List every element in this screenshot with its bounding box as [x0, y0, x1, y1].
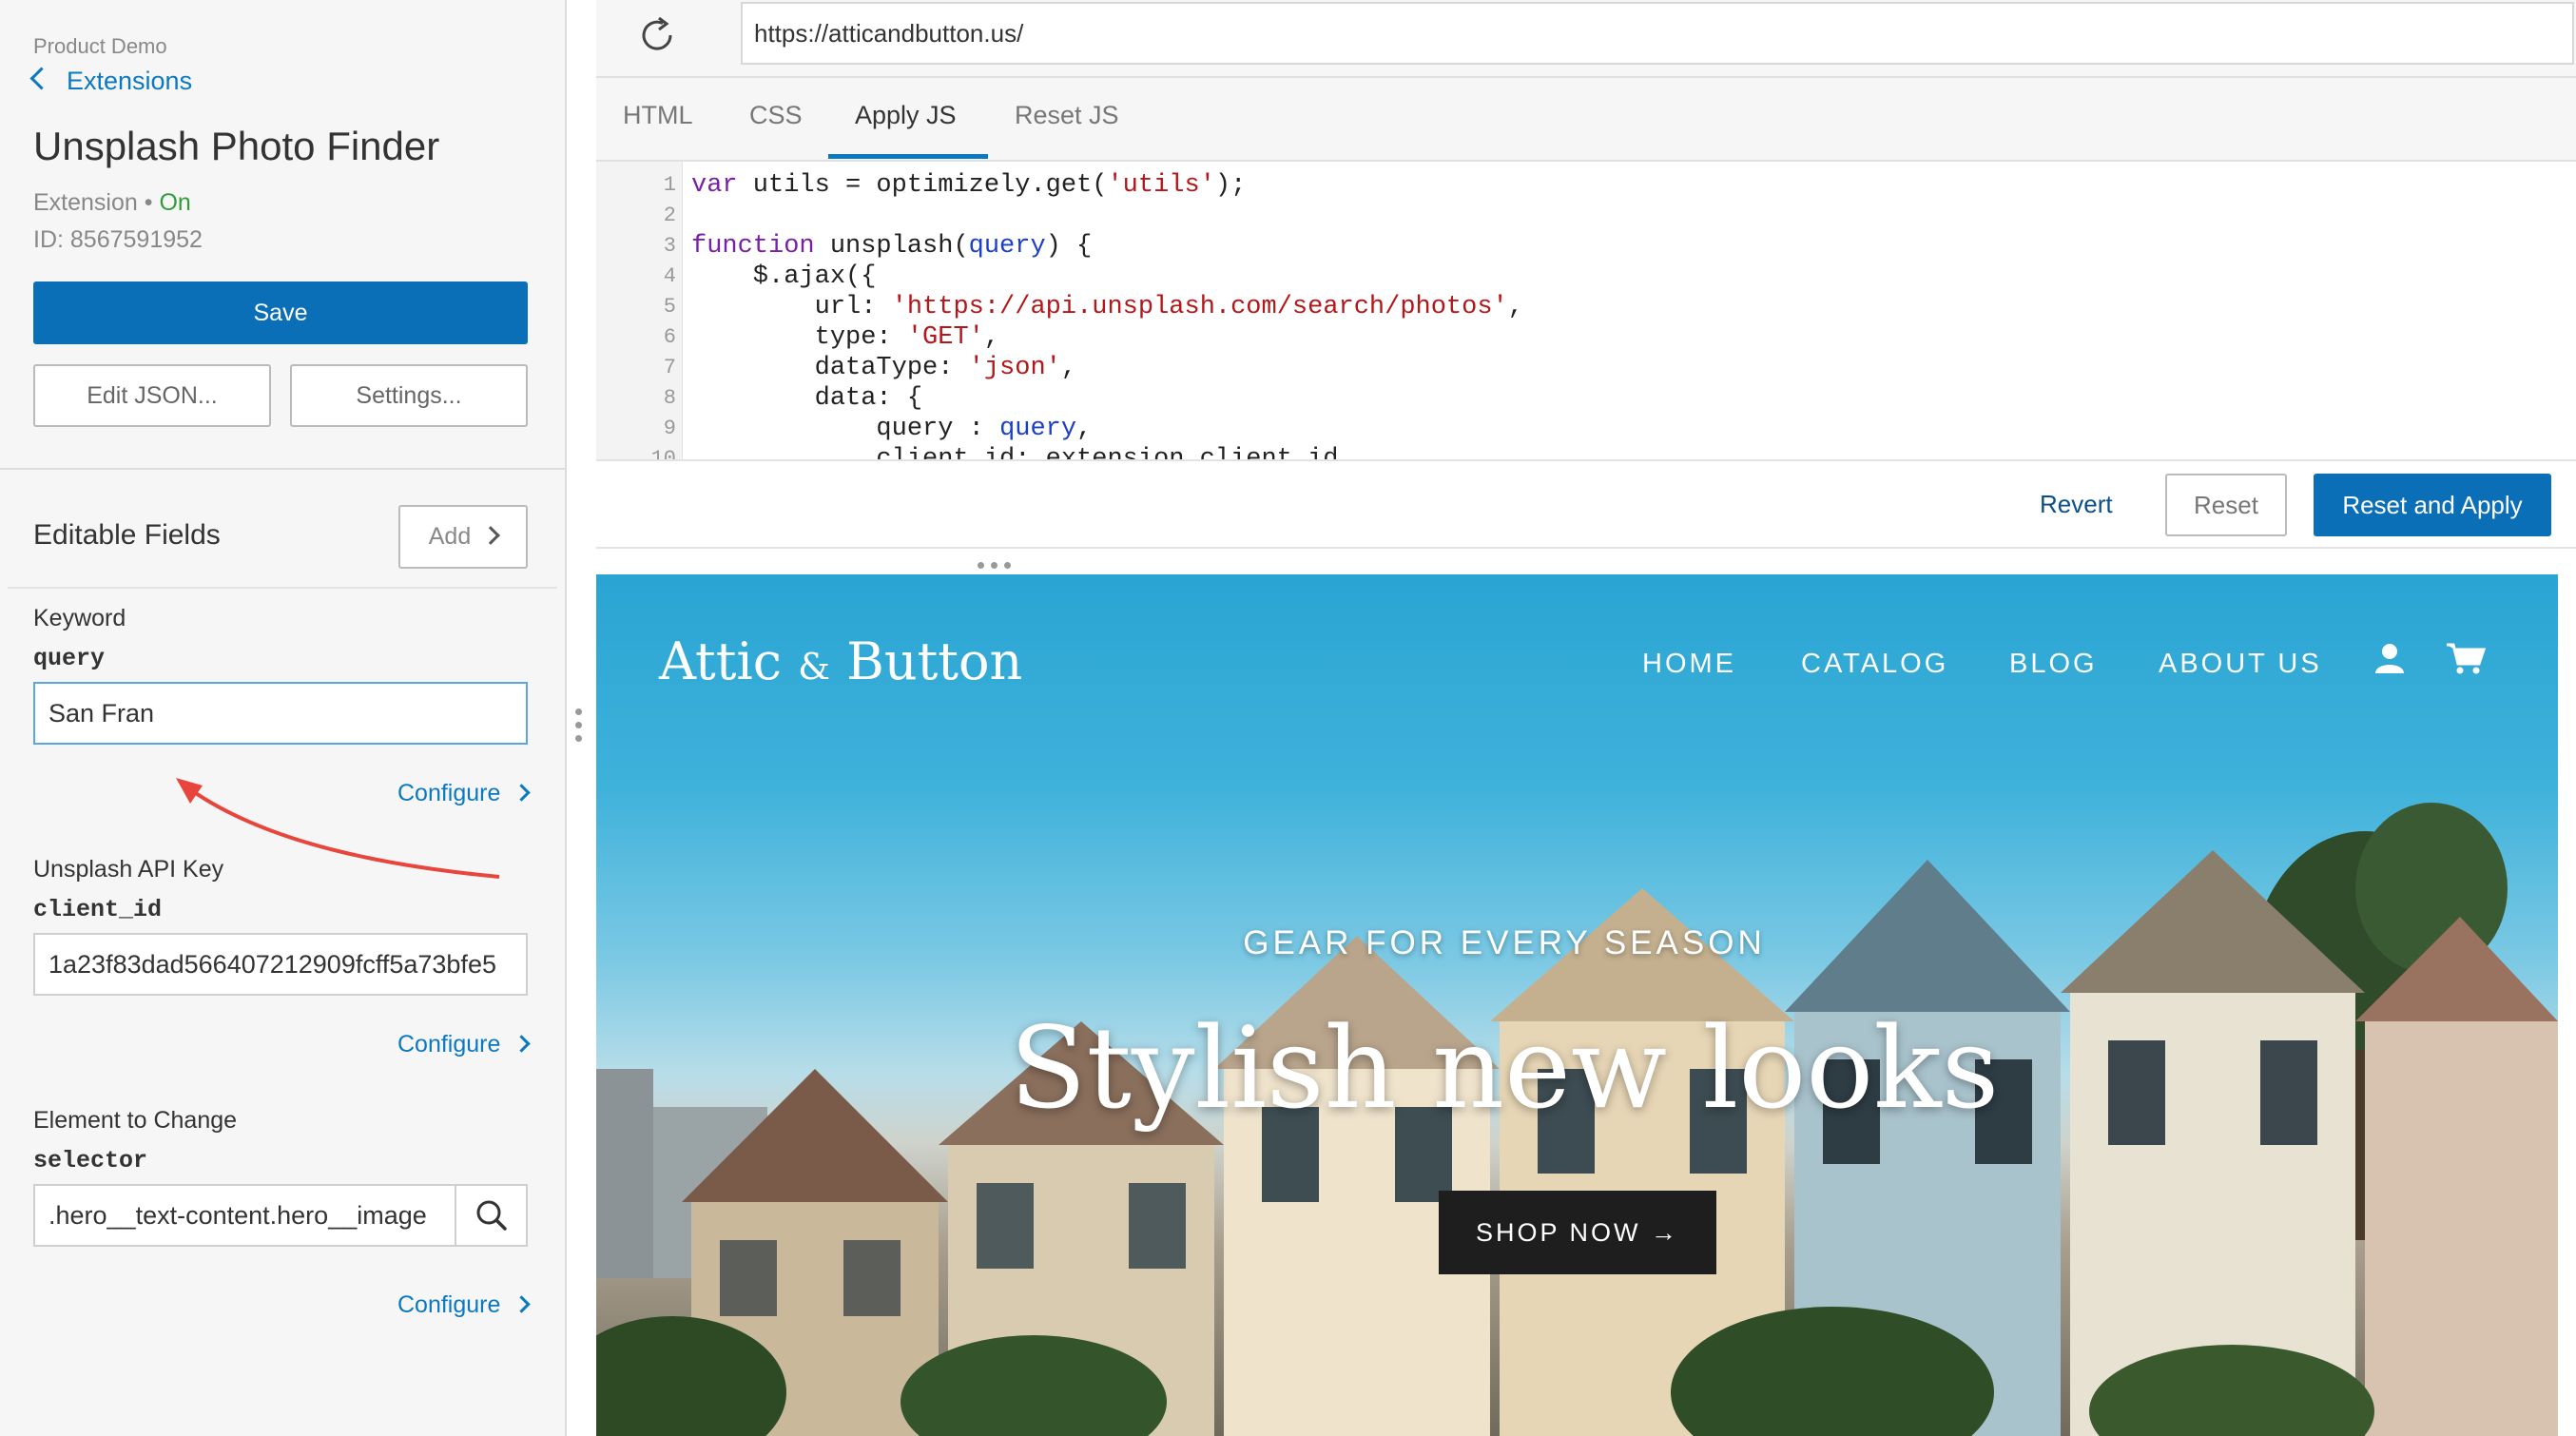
- editor-actions: Revert Reset Reset and Apply: [596, 459, 2576, 549]
- shop-now-button[interactable]: SHOP NOW →: [1439, 1191, 1716, 1274]
- selector-picker-button[interactable]: [455, 1184, 528, 1247]
- hero-title: Stylish new looks: [1009, 1002, 2000, 1134]
- reset-and-apply-button[interactable]: Reset and Apply: [2314, 474, 2551, 536]
- site-preview: Attic & Button HOME CATALOG BLOG ABOUT U…: [596, 574, 2558, 1436]
- configure-label: Configure: [397, 1031, 501, 1058]
- breadcrumb: Product Demo: [33, 34, 167, 58]
- code-line: data: {: [691, 384, 923, 413]
- reset-button[interactable]: Reset: [2165, 474, 2287, 536]
- line-number: 10: [650, 447, 676, 459]
- line-number: 8: [663, 386, 676, 410]
- code-line: var utils = optimizely.get('utils');: [691, 171, 1247, 200]
- field-key-query: query: [33, 645, 106, 672]
- field-label-element: Element to Change: [33, 1107, 238, 1134]
- line-number: 6: [663, 325, 676, 349]
- url-input[interactable]: [741, 2, 2574, 65]
- status-badge: On: [159, 189, 191, 216]
- chevron-right-icon: [513, 1295, 532, 1313]
- add-field-button[interactable]: Add: [398, 505, 528, 569]
- editable-fields-heading: Editable Fields: [33, 519, 221, 551]
- line-number: 5: [663, 295, 676, 319]
- line-number: 4: [663, 264, 676, 288]
- code-line: url: 'https://api.unsplash.com/search/ph…: [691, 293, 1523, 321]
- chevron-right-icon: [513, 784, 532, 802]
- panel-resize-handle[interactable]: [575, 708, 583, 748]
- back-link[interactable]: Extensions: [29, 67, 193, 96]
- selector-input[interactable]: [33, 1184, 471, 1247]
- chevron-right-icon: [481, 526, 501, 545]
- field-label-keyword: Keyword: [33, 605, 126, 631]
- nav-blog[interactable]: BLOG: [2009, 649, 2098, 680]
- tab-html[interactable]: HTML: [623, 101, 693, 130]
- nav-about-us[interactable]: ABOUT US: [2159, 649, 2322, 680]
- user-icon[interactable]: [2373, 641, 2407, 675]
- configure-link-element[interactable]: Configure: [397, 1291, 532, 1319]
- code-line: $.ajax({: [691, 262, 877, 291]
- extension-type: Extension: [33, 189, 138, 216]
- site-logo[interactable]: Attic & Button: [659, 631, 1022, 691]
- line-number: 2: [663, 204, 676, 227]
- code-tabs: HTML CSS Apply JS Reset JS: [596, 78, 2576, 162]
- line-number: 7: [663, 356, 676, 379]
- reload-icon[interactable]: [636, 14, 678, 56]
- field-key-selector: selector: [33, 1147, 148, 1174]
- edit-json-button[interactable]: Edit JSON...: [33, 364, 271, 427]
- logo-word-attic: Attic: [659, 631, 782, 691]
- code-line: client_id: extension.client_id: [691, 445, 1339, 459]
- configure-label: Configure: [397, 1291, 501, 1318]
- active-tab-indicator: [828, 154, 988, 159]
- preview-resize-handle[interactable]: [978, 556, 1017, 573]
- tab-css[interactable]: CSS: [749, 101, 803, 130]
- nav-home[interactable]: HOME: [1642, 649, 1736, 680]
- hero-subtitle: GEAR FOR EVERY SEASON: [1243, 924, 1766, 961]
- line-number: 9: [663, 417, 676, 440]
- extension-sidebar: Product Demo Extensions Unsplash Photo F…: [0, 0, 567, 1436]
- keyword-input[interactable]: [33, 682, 528, 745]
- chevron-right-icon: [513, 1035, 532, 1053]
- chevron-left-icon: [29, 67, 53, 90]
- logo-ampersand: &: [798, 646, 830, 688]
- save-button[interactable]: Save: [33, 281, 528, 344]
- configure-link-api-key[interactable]: Configure: [397, 1031, 532, 1058]
- nav-catalog[interactable]: CATALOG: [1801, 649, 1948, 680]
- page-title: Unsplash Photo Finder: [33, 124, 440, 168]
- code-line: query : query,: [691, 415, 1093, 443]
- tab-apply-js[interactable]: Apply JS: [855, 101, 957, 130]
- line-number: 1: [663, 173, 676, 197]
- tab-reset-js[interactable]: Reset JS: [1015, 101, 1119, 130]
- revert-button[interactable]: Revert: [2040, 490, 2113, 519]
- field-key-client-id: client_id: [33, 896, 163, 923]
- extension-header: Product Demo Extensions Unsplash Photo F…: [0, 0, 565, 470]
- code-line: function unsplash(query) {: [691, 232, 1093, 261]
- field-label-api-key: Unsplash API Key: [33, 856, 224, 883]
- logo-word-button: Button: [846, 631, 1023, 691]
- line-number: 3: [663, 234, 676, 258]
- url-bar: [596, 0, 2576, 78]
- search-icon: [476, 1200, 507, 1231]
- configure-link-keyword[interactable]: Configure: [397, 780, 532, 807]
- cart-icon[interactable]: [2445, 641, 2487, 675]
- code-line: type: 'GET',: [691, 323, 1000, 352]
- code-line: dataType: 'json',: [691, 354, 1077, 382]
- status-separator: •: [144, 189, 153, 216]
- api-key-input[interactable]: [33, 933, 528, 996]
- code-editor[interactable]: 1 2 3 4 5 6 7 8 9 10 var utils = optimiz…: [596, 162, 2576, 459]
- configure-label: Configure: [397, 780, 501, 806]
- divider: [8, 587, 557, 589]
- extension-id: ID: 8567591952: [33, 226, 203, 253]
- settings-button[interactable]: Settings...: [290, 364, 528, 427]
- back-link-label: Extensions: [67, 67, 193, 95]
- extension-meta: Extension • On: [33, 189, 191, 217]
- add-field-label: Add: [428, 523, 472, 550]
